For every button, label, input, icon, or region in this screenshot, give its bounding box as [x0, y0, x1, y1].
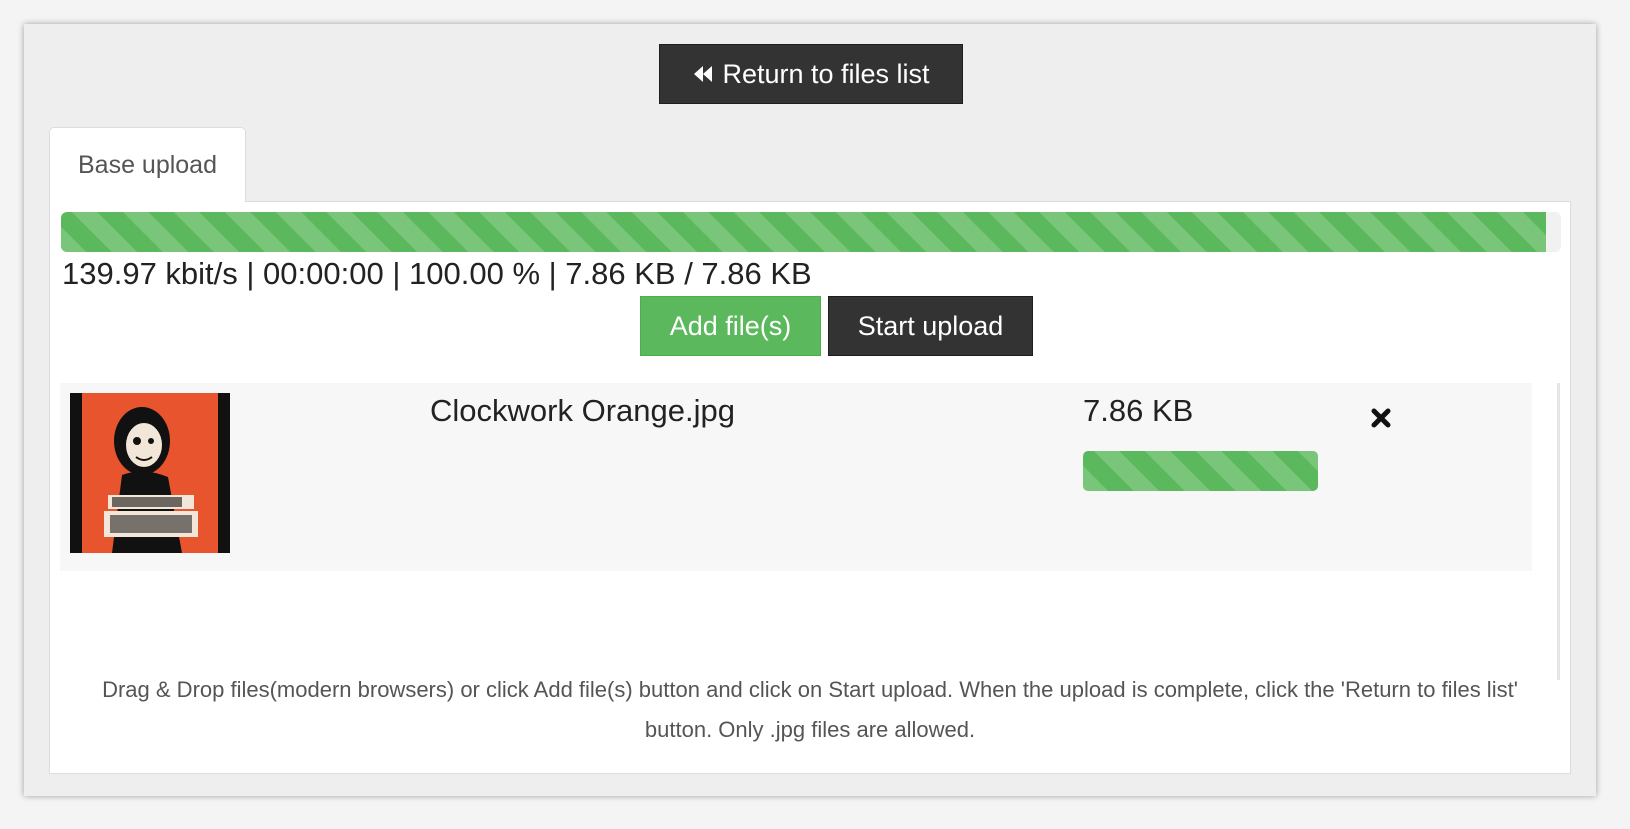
- file-progress-bar: [1083, 451, 1318, 491]
- return-to-files-button[interactable]: Return to files list: [659, 44, 963, 104]
- tab-base-upload[interactable]: Base upload: [49, 127, 246, 202]
- file-size: 7.86 KB: [1083, 393, 1194, 428]
- upload-panel: Return to files list Base upload 139.97 …: [24, 24, 1596, 796]
- total-progress-fill: [61, 212, 1546, 252]
- add-files-button[interactable]: Add file(s): [640, 296, 821, 356]
- file-progress-fill: [1083, 451, 1318, 491]
- file-row: Clockwork Orange.jpg 7.86 KB: [60, 383, 1532, 571]
- tab-label: Base upload: [77, 150, 217, 179]
- file-list: Clockwork Orange.jpg 7.86 KB: [60, 383, 1560, 680]
- remove-file-button[interactable]: [1366, 405, 1396, 435]
- file-name: Clockwork Orange.jpg: [430, 393, 735, 428]
- help-text: Drag & Drop files(modern browsers) or cl…: [102, 677, 1518, 742]
- double-chevron-left-icon: [692, 63, 714, 85]
- close-icon: [1370, 407, 1392, 434]
- upload-tab-content: 139.97 kbit/s | 00:00:00 | 100.00 % | 7.…: [49, 201, 1571, 774]
- upload-stats: 139.97 kbit/s | 00:00:00 | 100.00 % | 7.…: [62, 256, 812, 291]
- file-thumbnail: [70, 393, 230, 553]
- total-progress-bar: [61, 212, 1561, 252]
- start-upload-button[interactable]: Start upload: [828, 296, 1033, 356]
- return-to-files-label: Return to files list: [722, 58, 930, 89]
